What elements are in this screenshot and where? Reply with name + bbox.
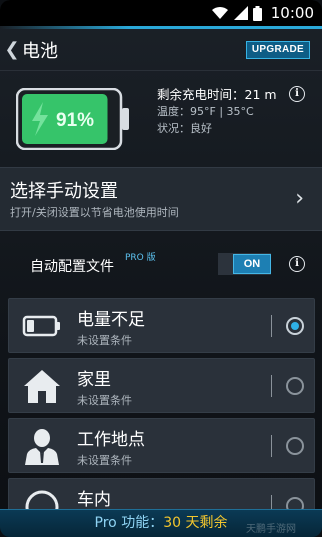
home-icon: [21, 367, 63, 405]
chevron-right-icon: ›: [295, 186, 304, 211]
trial-remaining: 30 天剩余: [163, 515, 228, 531]
item-subtitle: 未设置条件: [77, 454, 132, 467]
remaining-label: 剩余充电时间：: [157, 87, 245, 102]
low-battery-icon: [21, 307, 63, 345]
watermark: 天鹏手游网: [246, 524, 296, 535]
footer-prefix: Pro 功能：: [94, 515, 164, 531]
wifi-icon: [211, 6, 229, 20]
info-icon[interactable]: i: [289, 256, 305, 272]
signal-icon: [233, 6, 248, 20]
radio-button[interactable]: [286, 317, 304, 335]
divider: [271, 315, 272, 337]
battery-status-panel: 91% 剩余充电时间：21 m 温度：95°F | 35°C 状况：良好 i: [0, 72, 322, 167]
condition-row: 状况：良好: [157, 121, 283, 137]
chevron-left-icon[interactable]: ❮: [4, 39, 20, 60]
remaining-value: 21 m: [244, 87, 277, 102]
person-icon: [21, 427, 63, 465]
manual-settings-subtitle: 打开/关闭设置以节省电池使用时间: [10, 206, 179, 219]
battery-percent: 91%: [56, 110, 94, 131]
radio-button[interactable]: [286, 377, 304, 395]
battery-graphic: 91%: [15, 87, 131, 154]
item-subtitle: 未设置条件: [77, 394, 132, 407]
manual-settings-title: 选择手动设置: [10, 181, 118, 202]
battery-info: 剩余充电时间：21 m 温度：95°F | 35°C 状况：良好: [157, 86, 283, 137]
temperature-label: 温度：: [157, 105, 190, 118]
status-time: 10:00: [270, 4, 314, 22]
auto-profile-label: 自动配置文件: [30, 259, 114, 275]
condition-label: 状况：: [157, 122, 190, 135]
status-bar: 10:00: [0, 0, 322, 26]
remaining-time: 剩余充电时间：21 m: [157, 86, 283, 103]
list-item[interactable]: 工作地点 未设置条件: [8, 418, 315, 473]
phone-screen: 10:00 ❮ 电池 UPGRADE 91% 剩余充电时间：21 m 温度：95…: [0, 0, 322, 537]
info-icon[interactable]: i: [289, 86, 305, 102]
divider: [271, 435, 272, 457]
auto-profile-row: 自动配置文件 PRO 版 ON i: [0, 243, 322, 287]
temperature-row: 温度：95°F | 35°C: [157, 104, 283, 120]
list-item[interactable]: 家里 未设置条件: [8, 358, 315, 413]
toggle-on-label: ON: [233, 254, 271, 274]
action-bar: ❮ 电池 UPGRADE: [0, 29, 322, 71]
item-title: 家里: [77, 370, 111, 390]
manual-settings-row[interactable]: 选择手动设置 打开/关闭设置以节省电池使用时间 ›: [0, 167, 322, 231]
item-subtitle: 未设置条件: [77, 334, 132, 347]
page-title: 电池: [22, 40, 58, 62]
battery-status-icon: [252, 5, 262, 21]
item-title: 电量不足: [77, 310, 145, 330]
item-title: 工作地点: [77, 430, 145, 450]
radio-button[interactable]: [286, 437, 304, 455]
condition-value: 良好: [190, 122, 212, 135]
auto-profile-toggle[interactable]: ON: [218, 253, 271, 275]
list-item[interactable]: 电量不足 未设置条件: [8, 298, 315, 353]
pro-tag: PRO 版: [125, 253, 156, 263]
temperature-value: 95°F | 35°C: [190, 105, 254, 118]
divider: [271, 375, 272, 397]
item-title: 车内: [77, 490, 111, 510]
upgrade-button[interactable]: UPGRADE: [245, 41, 310, 59]
